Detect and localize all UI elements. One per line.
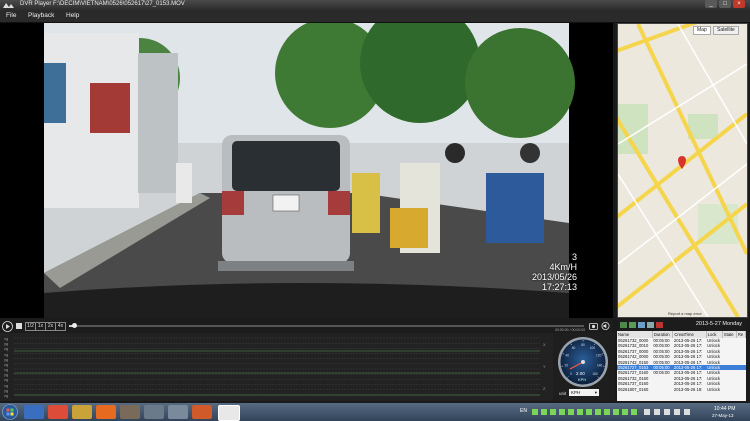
cell-lock: Unlock [707, 381, 720, 387]
unit-label: unit [559, 391, 567, 396]
column-state[interactable]: State [722, 331, 737, 338]
cell-lock: Unlock [707, 354, 720, 360]
column-lock[interactable]: Lock [706, 331, 723, 338]
taskbar-explorer-icon[interactable] [72, 405, 92, 419]
map-canvas[interactable] [618, 24, 747, 317]
window-title: DVR Player F:\DECIM\VIETNAM\0526\052617\… [20, 1, 185, 7]
volume-icon[interactable] [601, 322, 610, 330]
cell-name: 05261737_0160 [618, 381, 649, 387]
folder-icon[interactable] [638, 322, 645, 328]
delete-icon[interactable] [656, 322, 663, 328]
gauge-value: 2.00 [576, 371, 585, 376]
minimize-button[interactable]: _ [705, 0, 717, 8]
add-icon[interactable] [620, 322, 627, 328]
map-panel[interactable]: Map Satellite Report a map error [617, 23, 748, 318]
gsensor-graph: xg yg zg xg yg zg xg yg zg xg yg zg X Y Z [0, 333, 553, 401]
playback-controls: 1/2 1x 2x 4x 00:00:00 / 00:00:00 [0, 319, 613, 333]
gauge-tick-label: 20 [565, 363, 569, 367]
axis-label-y: Y [543, 364, 546, 369]
video-overlay: 3 4Km/H 2013/05/26 17:27:13 [532, 252, 577, 292]
axis-label-x: X [543, 342, 546, 347]
language-indicator[interactable]: EN [520, 408, 527, 414]
taskbar: EN 10:44 PM 27-May-13 [0, 403, 750, 421]
overlay-date: 2013/05/26 [531, 272, 577, 282]
cell-created: 2013-05-26 18: [673, 386, 703, 392]
menu-file[interactable]: File [6, 12, 16, 19]
system-tray-icons[interactable] [532, 408, 702, 416]
table-row[interactable]: 05261807_0160 2013-05-26 18: Unlock [617, 387, 746, 392]
map-error-link[interactable]: Report a map error [668, 311, 702, 316]
taskbar-chrome-icon[interactable] [48, 405, 68, 419]
cell-name: 05261742_0000 [618, 354, 649, 360]
graph-row-label: zg [4, 392, 9, 398]
gauge-tick-label: 40 [566, 353, 570, 357]
column-duration[interactable]: Duration [652, 331, 674, 338]
gauge-unit: KPH [578, 377, 587, 382]
cell-duration: 00:05:00 [653, 354, 670, 360]
gauge-tick-label: 0 [570, 372, 572, 376]
overlay-speed: 4Km/H [549, 262, 577, 272]
cell-name: 05261807_0160 [618, 386, 649, 392]
cell-created: 2013-05-26 17: [673, 354, 703, 360]
overlay-time: 17:27:13 [541, 282, 577, 292]
column-re[interactable]: Re [736, 331, 746, 338]
video-frame [44, 23, 575, 318]
settings-icon[interactable] [647, 322, 654, 328]
current-date: 2013-5-27 Monday [695, 321, 742, 327]
taskbar-word-icon[interactable] [24, 405, 44, 419]
cell-created: 2013-05-26 17: [673, 381, 703, 387]
taskbar-app3-icon[interactable] [192, 405, 212, 419]
graph-canvas [14, 337, 540, 396]
cell-re [736, 387, 745, 392]
progress-handle[interactable] [72, 323, 78, 328]
overlay-value: 3 [571, 252, 577, 262]
play-icon[interactable] [2, 321, 13, 332]
menu-bar: File Playback Help [0, 10, 750, 23]
video-view[interactable]: 3 4Km/H 2013/05/26 17:27:13 [0, 23, 613, 318]
file-toolbar: 2013-5-27 Monday [617, 319, 746, 331]
cell-state [722, 387, 736, 392]
menu-playback[interactable]: Playback [28, 12, 54, 19]
column-name[interactable]: Name [617, 331, 653, 338]
chevron-down-icon: ▾ [594, 390, 597, 395]
taskbar-dvr-icon[interactable] [218, 405, 240, 421]
gauge-tick-label: 60 [572, 346, 576, 350]
gauge-tick-label: 80 [581, 343, 585, 347]
close-button[interactable]: × [733, 0, 745, 8]
file-list[interactable]: Name Duration CreatTime Lock State Re 05… [617, 331, 746, 401]
stop-icon[interactable] [15, 322, 23, 330]
snapshot-icon[interactable] [589, 322, 598, 330]
start-button-icon[interactable] [2, 404, 18, 420]
app-logo-icon [3, 3, 14, 8]
gauge-tick-label: 140 [597, 363, 603, 367]
clock-time[interactable]: 10:44 PM [714, 406, 735, 412]
taskbar-app-icon[interactable] [144, 405, 164, 419]
axis-label-z: Z [543, 386, 546, 391]
gauge-tick-label: 160 [592, 372, 598, 376]
time-readout: 00:00:00 / 00:00:00 [555, 328, 586, 332]
cell-duration [652, 387, 673, 392]
taskbar-app2-icon[interactable] [168, 405, 188, 419]
taskbar-media-icon[interactable] [120, 405, 140, 419]
gauge-tick-label: 100 [590, 346, 596, 350]
column-created[interactable]: CreatTime [672, 331, 707, 338]
tray-icons [532, 409, 690, 415]
cell-lock: Unlock [707, 386, 720, 392]
clock-date[interactable]: 27-May-13 [712, 413, 734, 418]
speed-gauge-panel: 0 20 40 60 80 100 120 140 160 2.00 KPH unit KPH … [553, 333, 615, 401]
unit-select[interactable]: KPH ▾ [569, 389, 599, 396]
satellite-type-button[interactable]: Satellite [713, 26, 739, 35]
maximize-button[interactable]: □ [719, 0, 731, 8]
gauge-tick-label: 120 [596, 353, 602, 357]
progress-track[interactable] [69, 323, 584, 328]
minus-icon[interactable] [629, 322, 636, 328]
speed-4x-button[interactable]: 4x [55, 322, 66, 331]
menu-help[interactable]: Help [66, 12, 79, 19]
title-bar: DVR Player F:\DECIM\VIETNAM\0526\052617\… [0, 0, 750, 10]
unit-select-value: KPH [571, 390, 581, 395]
taskbar-firefox-icon[interactable] [96, 405, 116, 419]
map-type-button[interactable]: Map [693, 26, 711, 35]
